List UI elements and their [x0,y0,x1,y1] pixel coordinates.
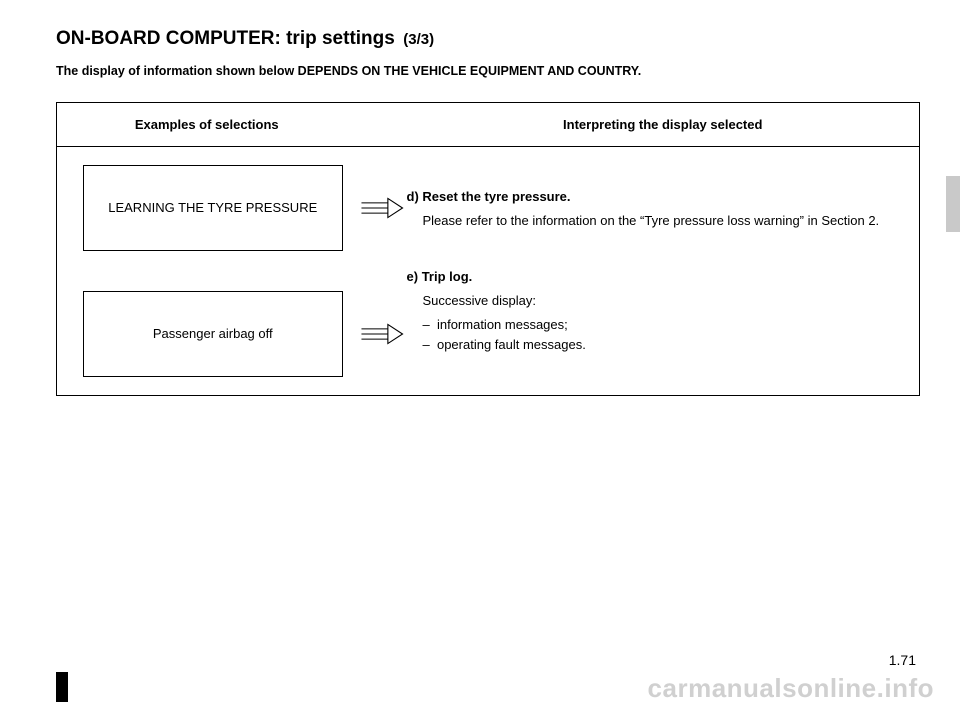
side-tab [946,176,960,232]
interpret-head: d) Reset the tyre pressure. [407,187,892,207]
interpret-item: d) Reset the tyre pressure. Please refer… [407,187,892,231]
cell-arrows [357,147,407,396]
bullet-item: – information messages; [423,315,892,335]
footer-mark [56,672,68,702]
bullet-item: – operating fault messages. [423,335,892,355]
bullet-text: information messages; [437,317,568,332]
arrow-right-icon [360,197,404,219]
settings-table: Examples of selections Interpreting the … [56,102,920,396]
watermark-text: carmanualsonline.info [648,673,934,704]
title-sub: (3/3) [403,31,434,48]
cell-interpret: d) Reset the tyre pressure. Please refer… [407,147,920,396]
col-header-examples: Examples of selections [57,103,357,147]
equipment-notice: The display of information shown below D… [56,64,920,78]
interpret-head: e) Trip log. [407,267,892,287]
interpret-body: Successive display: [407,291,892,311]
page-title: ON-BOARD COMPUTER: trip settings (3/3) [56,28,920,50]
interpret-letter: e) [407,269,419,284]
interpret-body: Please refer to the information on the “… [407,211,892,231]
lcd-display: Passenger airbag off [83,291,343,377]
col-header-interpret: Interpreting the display selected [407,103,920,147]
col-header-arrow [357,103,407,147]
interpret-letter: d) [407,189,419,204]
page-number: 1.71 [889,652,916,668]
arrow-right-icon [360,323,404,345]
interpret-title: Reset the tyre pressure. [422,189,570,204]
interpret-title: Trip log. [422,269,473,284]
lcd-text: LEARNING THE TYRE PRESSURE [108,199,317,217]
title-main: ON-BOARD COMPUTER: trip settings [56,28,395,49]
cell-examples: LEARNING THE TYRE PRESSURE Passenger air… [57,147,357,396]
lcd-display: LEARNING THE TYRE PRESSURE [83,165,343,251]
bullet-text: operating fault messages. [437,337,586,352]
lcd-text: Passenger airbag off [153,325,273,343]
interpret-item: e) Trip log. Successive display: – infor… [407,267,892,356]
bullet-list: – information messages; – operating faul… [407,315,892,355]
